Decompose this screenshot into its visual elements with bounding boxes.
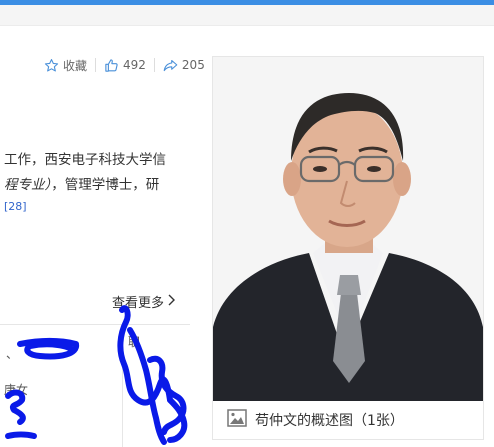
summary-text: 工作，西安电子科技大学信 程专业），管理学博士，研 [28] [4, 148, 194, 218]
summary-line: 工作，西安电子科技大学信 [4, 152, 166, 168]
top-toolbar-strip [0, 5, 494, 26]
action-bar: 收藏 492 205 [44, 56, 205, 74]
album-caption[interactable]: 苟仲文的概述图（1张） [213, 401, 483, 439]
share-arrow-icon [163, 58, 178, 73]
divider [153, 58, 155, 72]
summary-italic: 程专业） [4, 177, 52, 193]
portrait-image [213, 57, 483, 401]
like-button[interactable]: 492 [104, 58, 146, 73]
thumbs-up-icon [104, 58, 119, 73]
album-caption-text: 苟仲文的概述图（1张） [255, 413, 404, 429]
citation-link[interactable]: [28] [4, 200, 27, 213]
image-icon [213, 409, 255, 431]
redaction-scribble [5, 305, 188, 445]
share-button[interactable]: 205 [163, 58, 205, 73]
summary-line: [28] [4, 198, 194, 218]
divider [95, 58, 97, 72]
star-icon [44, 58, 59, 73]
summary-line: 程专业），管理学博士，研 [4, 173, 194, 198]
favorite-label: 收藏 [63, 58, 88, 73]
like-count: 492 [123, 58, 146, 72]
portrait-photo[interactable] [213, 57, 483, 401]
share-count: 205 [181, 58, 205, 72]
album-card[interactable]: 苟仲文的概述图（1张） [212, 56, 484, 440]
favorite-button[interactable]: 收藏 [44, 57, 87, 74]
summary-text-rest: ，管理学博士，研 [51, 177, 160, 193]
